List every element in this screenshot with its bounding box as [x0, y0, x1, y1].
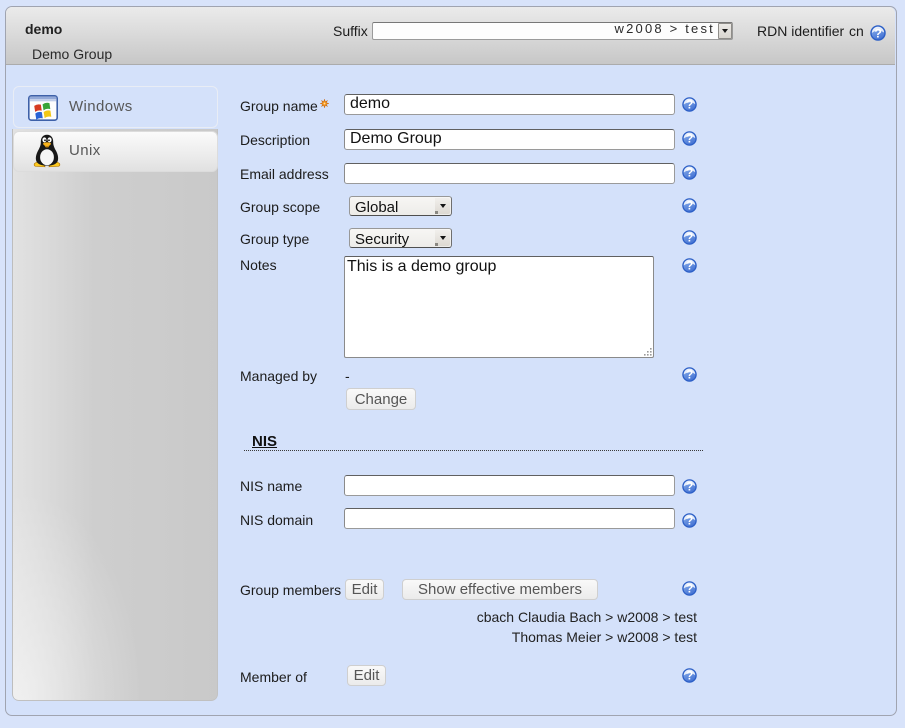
- svg-text:?: ?: [686, 168, 693, 180]
- svg-text:?: ?: [686, 671, 693, 683]
- svg-text:?: ?: [686, 261, 693, 273]
- svg-text:?: ?: [686, 100, 693, 112]
- svg-text:?: ?: [874, 26, 881, 40]
- svg-text:?: ?: [686, 233, 693, 245]
- svg-text:?: ?: [686, 584, 693, 596]
- svg-text:?: ?: [686, 516, 693, 528]
- svg-text:?: ?: [686, 201, 693, 213]
- svg-text:?: ?: [686, 134, 693, 146]
- svg-text:?: ?: [686, 482, 693, 494]
- svg-text:?: ?: [686, 370, 693, 382]
